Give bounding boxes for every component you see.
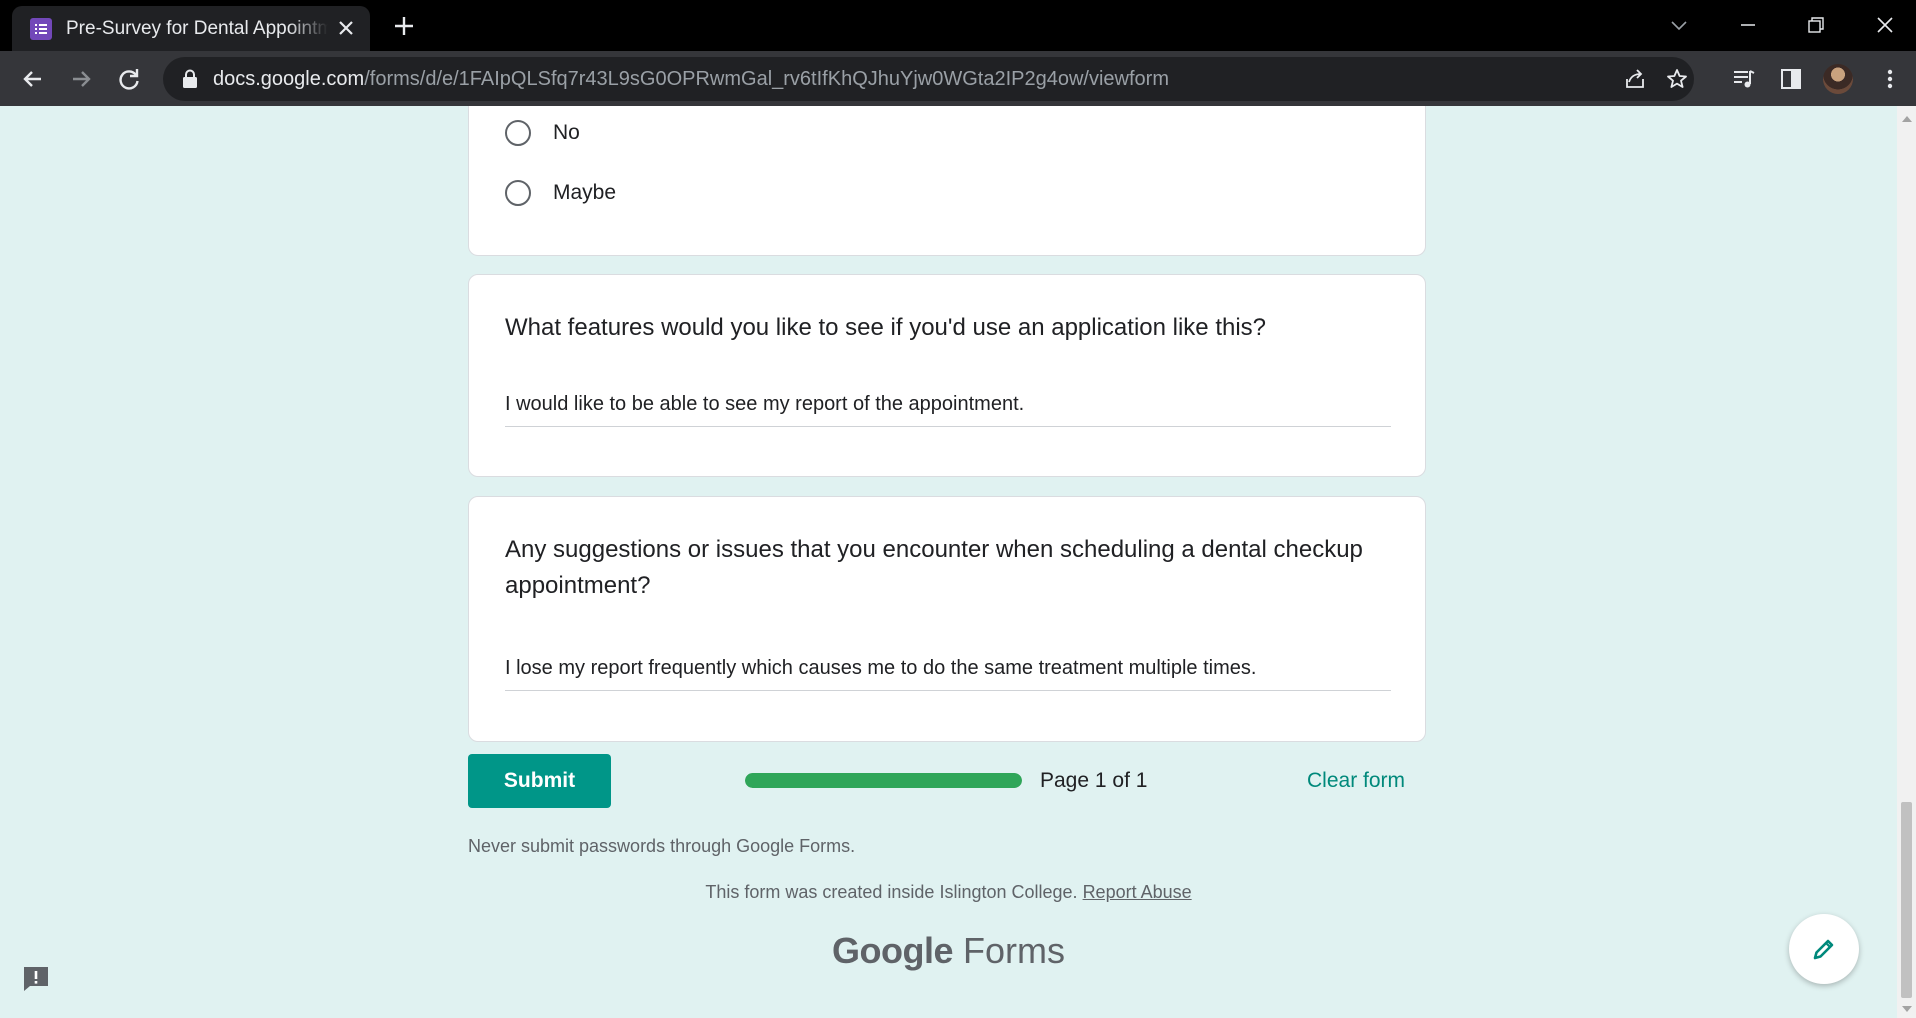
question-card-features: What features would you like to see if y…	[468, 274, 1426, 477]
tab-title: Pre-Survey for Dental Appointment	[66, 17, 328, 39]
browser-toolbar: docs.google.com/forms/d/e/1FAIpQLSfq7r43…	[0, 51, 1916, 106]
option-label: No	[553, 121, 580, 144]
created-note: This form was created inside Islington C…	[0, 882, 1897, 903]
address-bar[interactable]: docs.google.com/forms/d/e/1FAIpQLSfq7r43…	[163, 57, 1694, 101]
brand-forms: Forms	[963, 930, 1065, 971]
minimize-icon[interactable]	[1735, 12, 1761, 38]
question-card-suggestions: Any suggestions or issues that you encou…	[468, 496, 1426, 742]
back-icon[interactable]	[19, 65, 47, 93]
edit-button[interactable]	[1789, 914, 1859, 984]
sidepanel-icon[interactable]	[1777, 65, 1805, 93]
page-indicator: Page 1 of 1	[1040, 769, 1148, 792]
brand-google: Google	[831, 930, 954, 971]
more-menu-icon[interactable]	[1876, 65, 1904, 93]
scroll-thumb[interactable]	[1901, 802, 1912, 998]
option-no[interactable]: No	[505, 120, 580, 146]
question-title: Any suggestions or issues that you encou…	[505, 536, 1363, 599]
clear-form-button[interactable]: Clear form	[1307, 769, 1405, 793]
forms-favicon-icon	[30, 17, 52, 40]
star-icon[interactable]	[1665, 67, 1689, 91]
report-abuse-link[interactable]: Report Abuse	[1083, 882, 1192, 902]
url-text: docs.google.com/forms/d/e/1FAIpQLSfq7r43…	[213, 68, 1169, 91]
url-path: /forms/d/e/1FAIpQLSfq7r43L9sG0OPRwmGal_r…	[364, 68, 1169, 90]
restore-icon[interactable]	[1803, 12, 1829, 38]
browser-tab[interactable]: Pre-Survey for Dental Appointment	[12, 6, 370, 51]
created-text: This form was created inside Islington C…	[705, 882, 1078, 902]
question-title: What features would you like to see if y…	[505, 314, 1267, 341]
password-warning: Never submit passwords through Google Fo…	[468, 836, 856, 856]
window-close-icon[interactable]	[1872, 12, 1898, 38]
url-host: docs.google.com	[213, 68, 365, 90]
option-maybe[interactable]: Maybe	[505, 180, 616, 206]
plus-icon[interactable]	[392, 14, 416, 38]
lock-icon[interactable]	[181, 69, 199, 89]
radio-button[interactable]	[505, 120, 531, 146]
progress-bar	[745, 773, 1022, 788]
google-forms-logo[interactable]: Google Forms	[0, 930, 1897, 972]
answer-input[interactable]: I would like to be able to see my report…	[505, 393, 1391, 427]
page-scrollbar[interactable]	[1897, 106, 1916, 1018]
scroll-up-icon[interactable]	[1902, 116, 1912, 122]
tab-strip: Pre-Survey for Dental Appointment	[0, 0, 1916, 51]
media-icon[interactable]	[1730, 65, 1758, 93]
radio-button[interactable]	[505, 180, 531, 206]
scroll-down-icon[interactable]	[1902, 1006, 1912, 1012]
reload-icon[interactable]	[115, 65, 143, 93]
avatar[interactable]	[1823, 64, 1853, 94]
question-card-previous: No Maybe	[468, 106, 1426, 256]
chevron-down-icon[interactable]	[1666, 12, 1692, 38]
option-label: Maybe	[553, 181, 617, 204]
close-icon[interactable]	[336, 18, 356, 38]
share-icon[interactable]	[1623, 67, 1647, 91]
progress-fill	[745, 773, 1022, 788]
forward-icon[interactable]	[67, 65, 95, 93]
form-page: No Maybe What features would you like to…	[0, 106, 1897, 1018]
feedback-icon[interactable]	[21, 964, 51, 994]
edit-icon	[1813, 939, 1834, 960]
answer-input[interactable]: I lose my report frequently which causes…	[505, 657, 1391, 691]
submit-button[interactable]: Submit	[468, 754, 611, 808]
